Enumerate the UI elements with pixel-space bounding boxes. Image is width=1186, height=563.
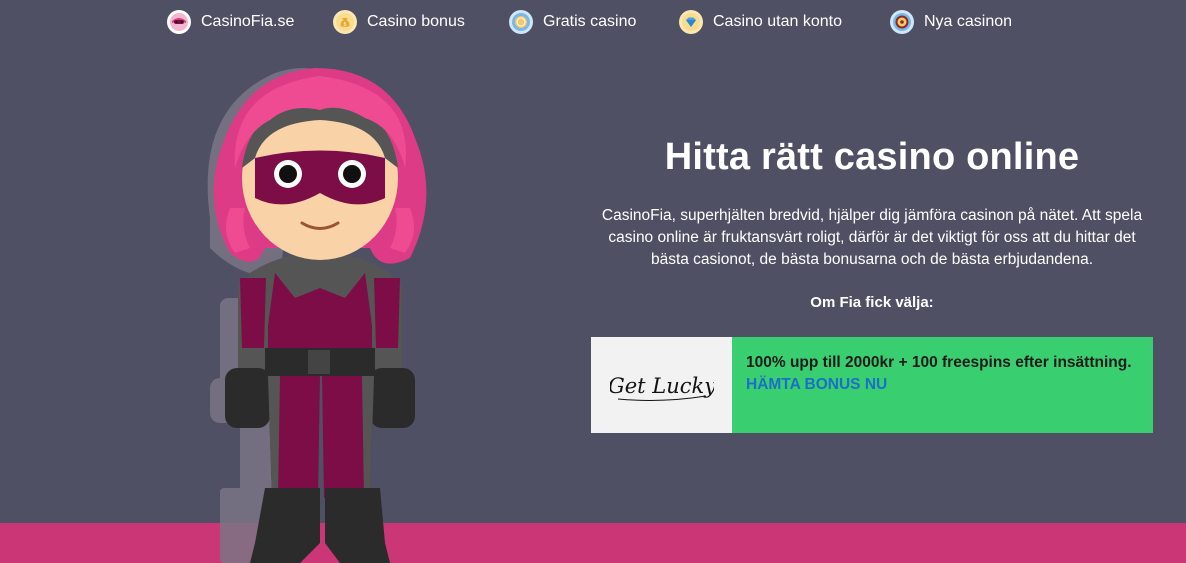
roulette-icon <box>890 10 914 34</box>
nav-label: Nya casinon <box>924 13 1013 30</box>
money-bag-icon: $ <box>333 10 357 34</box>
nav-item-gratis-casino[interactable]: Gratis casino <box>509 10 636 34</box>
featured-offer-card[interactable]: Get Lucky 100% upp till 2000kr + 100 fre… <box>591 337 1153 433</box>
diamond-icon <box>679 10 703 34</box>
top-navigation: CasinoFia.se $ Casino bonus Gratis casin… <box>0 0 1186 44</box>
offer-description: 100% upp till 2000kr + 100 freespins eft… <box>746 354 1132 371</box>
offer-details: 100% upp till 2000kr + 100 freespins eft… <box>732 337 1153 433</box>
bottom-accent-band <box>0 523 1186 563</box>
superhero-illustration <box>180 48 460 563</box>
nav-item-casino-bonus[interactable]: $ Casino bonus <box>333 10 465 34</box>
nav-label: Casino utan konto <box>713 13 842 30</box>
nav-label: Casino bonus <box>367 13 465 30</box>
clock-coin-icon <box>509 10 533 34</box>
get-bonus-link[interactable]: HÄMTA BONUS NU <box>746 374 1139 395</box>
intro-paragraph: CasinoFia, superhjälten bredvid, hjälper… <box>601 207 1143 268</box>
page-title: Hitta rätt casino online <box>664 136 1080 178</box>
nav-item-nya-casinon[interactable]: Nya casinon <box>890 10 1012 34</box>
nav-item-casino-utan-konto[interactable]: Casino utan konto <box>679 10 842 34</box>
svg-text:$: $ <box>343 22 346 28</box>
nav-label: Gratis casino <box>543 13 637 30</box>
logo-text: Get Lucky <box>610 374 714 398</box>
pick-label: Om Fia fick välja: <box>810 294 934 311</box>
get-lucky-logo[interactable]: Get Lucky <box>591 337 732 433</box>
nav-item-casinofia[interactable]: CasinoFia.se <box>167 10 294 34</box>
fia-mask-icon <box>167 10 191 34</box>
nav-label: CasinoFia.se <box>201 13 295 30</box>
